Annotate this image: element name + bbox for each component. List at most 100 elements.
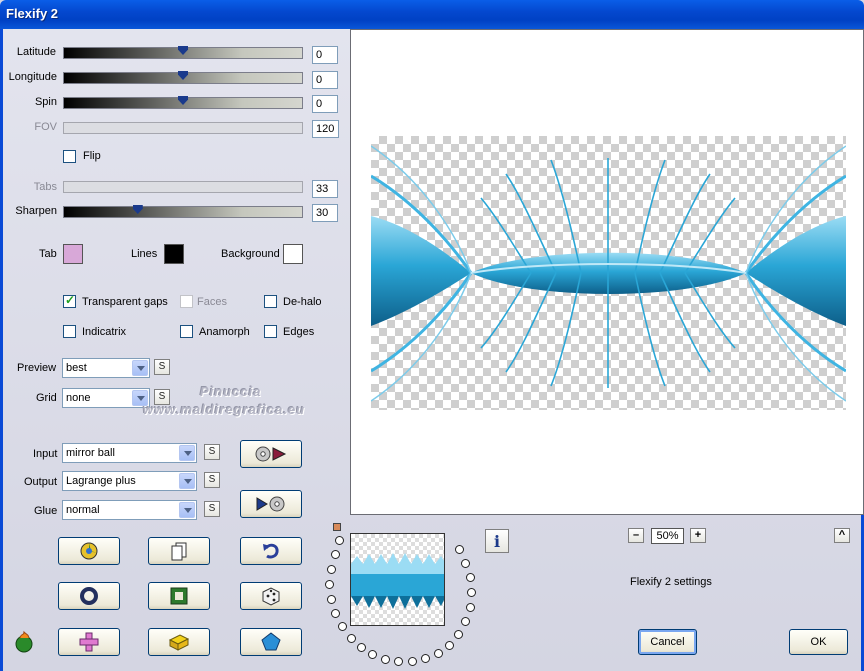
input-projection-select[interactable]: mirror ball bbox=[62, 443, 197, 463]
zoom-in-button[interactable]: + bbox=[690, 528, 706, 543]
spin-slider-thumb[interactable] bbox=[178, 96, 188, 105]
preview-save-button[interactable]: S bbox=[154, 359, 170, 375]
collapse-up-button[interactable]: ^ bbox=[834, 528, 850, 543]
lines-color-swatch[interactable] bbox=[164, 244, 184, 264]
thumbnail-image bbox=[351, 553, 444, 609]
glue-save-button[interactable]: S bbox=[204, 501, 220, 517]
flip-label: Flip bbox=[83, 150, 101, 162]
ring-dot[interactable] bbox=[335, 536, 344, 545]
spin-slider[interactable] bbox=[63, 96, 303, 109]
info-button[interactable]: i bbox=[485, 529, 509, 553]
tile-button[interactable] bbox=[58, 628, 120, 656]
frame-button[interactable] bbox=[148, 582, 210, 610]
ring-dot[interactable] bbox=[421, 654, 430, 663]
reset-button[interactable] bbox=[58, 582, 120, 610]
indicatrix-checkbox[interactable] bbox=[63, 325, 76, 338]
ring-dot[interactable] bbox=[331, 550, 340, 559]
colorwheel-icon bbox=[80, 542, 98, 560]
tabs-value[interactable]: 33 bbox=[312, 180, 338, 198]
sharpen-slider[interactable] bbox=[63, 205, 303, 218]
spin-value[interactable]: 0 bbox=[312, 95, 338, 113]
tab-color-swatch[interactable] bbox=[63, 244, 83, 264]
ring-dot[interactable] bbox=[331, 609, 340, 618]
latitude-label: Latitude bbox=[16, 46, 56, 58]
fov-value[interactable]: 120 bbox=[312, 120, 339, 138]
ring-dot[interactable] bbox=[327, 595, 336, 604]
ring-dot[interactable] bbox=[338, 622, 347, 631]
window-title: Flexify 2 bbox=[6, 6, 59, 21]
de-halo-checkbox[interactable] bbox=[264, 295, 277, 308]
preview-quality-select[interactable]: best bbox=[62, 358, 150, 378]
flip-checkbox[interactable] bbox=[63, 150, 76, 163]
ring-dot[interactable] bbox=[467, 588, 476, 597]
ring-dot[interactable] bbox=[325, 580, 334, 589]
block-button[interactable] bbox=[148, 628, 210, 656]
navigator-thumbnail[interactable] bbox=[350, 533, 445, 626]
ring-dot[interactable] bbox=[454, 630, 463, 639]
output-save-button[interactable]: S bbox=[204, 472, 220, 488]
output-projection-select[interactable]: Lagrange plus bbox=[62, 471, 197, 491]
grid-select[interactable]: none bbox=[62, 388, 150, 408]
chevron-down-icon[interactable] bbox=[132, 360, 148, 376]
sharpen-slider-thumb[interactable] bbox=[132, 205, 143, 214]
play-disc-icon bbox=[256, 496, 285, 512]
ring-dot[interactable] bbox=[347, 634, 356, 643]
ring-dot[interactable] bbox=[408, 657, 417, 666]
ring-dot[interactable] bbox=[445, 641, 454, 650]
sharpen-value[interactable]: 30 bbox=[312, 204, 338, 222]
longitude-slider-thumb[interactable] bbox=[178, 71, 188, 80]
longitude-slider[interactable] bbox=[63, 71, 303, 84]
ring-dot[interactable] bbox=[466, 603, 475, 612]
glue-select[interactable]: normal bbox=[62, 500, 197, 520]
ring-dot[interactable] bbox=[461, 617, 470, 626]
checkmark-icon: ✓ bbox=[65, 293, 76, 307]
preview-image bbox=[371, 136, 846, 410]
ring-dot[interactable] bbox=[394, 657, 403, 666]
save-preset-button[interactable] bbox=[240, 490, 302, 518]
background-color-swatch[interactable] bbox=[283, 244, 303, 264]
pink-cross-icon bbox=[79, 632, 99, 652]
watermark-line2: www.maldiregrafica.eu bbox=[143, 402, 306, 417]
latitude-slider-thumb[interactable] bbox=[178, 46, 188, 55]
ring-dot[interactable] bbox=[327, 565, 336, 574]
ring-dot[interactable] bbox=[434, 649, 443, 658]
glue-label: Glue bbox=[34, 505, 58, 517]
dot-ring-handle[interactable] bbox=[333, 523, 341, 531]
latitude-slider[interactable] bbox=[63, 46, 303, 59]
chevron-down-icon[interactable] bbox=[179, 502, 195, 518]
ring-dot[interactable] bbox=[455, 545, 464, 554]
cancel-button[interactable]: Cancel bbox=[638, 629, 697, 655]
undo-button[interactable] bbox=[240, 537, 302, 565]
yellow-brick-icon bbox=[168, 634, 190, 651]
copy-button[interactable] bbox=[148, 537, 210, 565]
faces-checkbox bbox=[180, 295, 193, 308]
ring-dot[interactable] bbox=[357, 643, 366, 652]
polyhedron-button[interactable] bbox=[240, 628, 302, 656]
load-preset-button[interactable] bbox=[240, 440, 302, 468]
ring-dot[interactable] bbox=[466, 573, 475, 582]
ring-dot[interactable] bbox=[381, 655, 390, 664]
ok-button[interactable]: OK bbox=[789, 629, 848, 655]
disc-play-icon bbox=[255, 446, 287, 462]
edges-checkbox[interactable] bbox=[264, 325, 277, 338]
tabs-label: Tabs bbox=[33, 181, 57, 193]
randomize-colors-button[interactable] bbox=[58, 537, 120, 565]
ring-dot[interactable] bbox=[368, 650, 377, 659]
ring-dot[interactable] bbox=[461, 559, 470, 568]
input-save-button[interactable]: S bbox=[204, 444, 220, 460]
latitude-value[interactable]: 0 bbox=[312, 46, 338, 64]
transparent-gaps-checkbox[interactable]: ✓ bbox=[63, 293, 76, 308]
zoom-out-button[interactable]: – bbox=[628, 528, 644, 543]
fire-logo-icon bbox=[12, 630, 36, 657]
sharpen-label: Sharpen bbox=[15, 205, 57, 217]
ring-icon bbox=[80, 587, 98, 605]
chevron-down-icon[interactable] bbox=[179, 445, 195, 461]
dice-icon bbox=[262, 587, 280, 606]
longitude-value[interactable]: 0 bbox=[312, 71, 338, 89]
chevron-down-icon[interactable] bbox=[179, 473, 195, 489]
random-button[interactable] bbox=[240, 582, 302, 610]
anamorph-checkbox[interactable] bbox=[180, 325, 193, 338]
preview-area[interactable] bbox=[350, 29, 864, 515]
transparent-gaps-label: Transparent gaps bbox=[82, 296, 168, 308]
input-projection-value: mirror ball bbox=[66, 447, 115, 459]
